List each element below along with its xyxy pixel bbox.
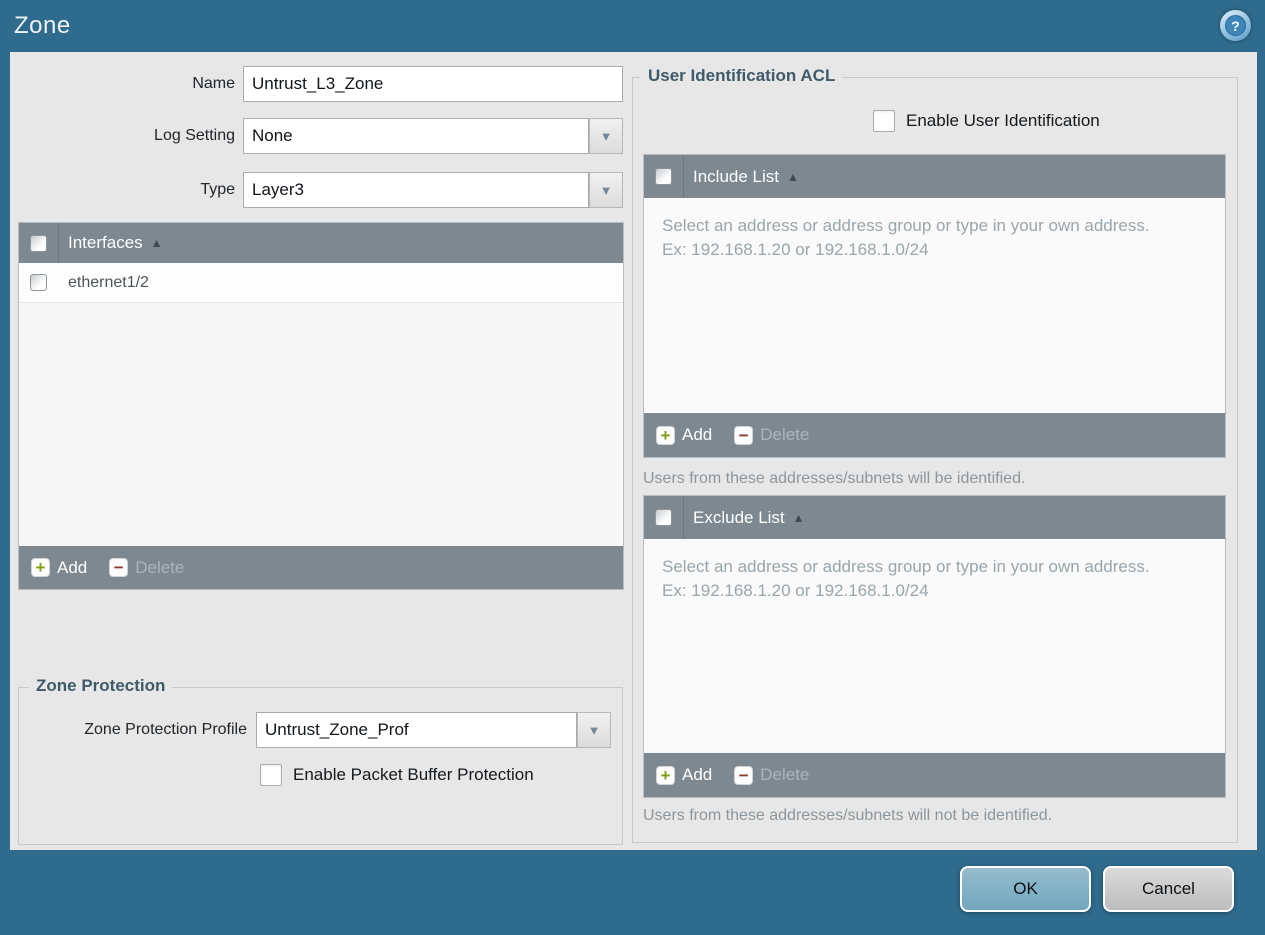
minus-icon: − [734, 425, 754, 445]
dialog-body: Name Log Setting ▼ Type ▼ Inter [10, 52, 1257, 850]
include-list-toolbar: + Add − Delete [644, 413, 1225, 457]
include-list-select-all-checkbox[interactable] [655, 168, 672, 185]
ok-button[interactable]: OK [960, 866, 1091, 912]
exclude-list-body[interactable]: Select an address or address group or ty… [644, 539, 1225, 753]
user-identification-acl-legend: User Identification ACL [641, 66, 843, 86]
type-input[interactable] [243, 172, 589, 208]
sort-asc-icon[interactable]: ▲ [151, 236, 163, 250]
question-mark-glyph: ? [1225, 15, 1246, 36]
cancel-button[interactable]: Cancel [1103, 866, 1234, 912]
interfaces-header-checkbox-cell [19, 223, 59, 263]
packet-buffer-protection-label: Enable Packet Buffer Protection [293, 765, 534, 784]
interfaces-empty-area [19, 303, 623, 546]
include-list-placeholder: Select an address or address group or ty… [662, 216, 1150, 259]
user-identification-acl-section: User Identification ACL Enable User Iden… [632, 66, 1238, 843]
zone-protection-section: Zone Protection Zone Protection Profile … [18, 676, 623, 845]
zone-protection-profile-label: Zone Protection Profile [84, 721, 247, 738]
include-list-body[interactable]: Select an address or address group or ty… [644, 198, 1225, 413]
name-row: Name [10, 66, 630, 102]
zone-protection-legend: Zone Protection [29, 676, 173, 696]
enable-user-identification-checkbox[interactable] [873, 110, 895, 132]
exclude-list-column-header[interactable]: Exclude List [693, 508, 785, 528]
interface-row-checkbox[interactable] [30, 274, 47, 291]
type-row: Type ▼ [10, 172, 630, 208]
interfaces-toolbar: + Add − Delete [19, 546, 623, 589]
interface-row[interactable]: ethernet1/2 [19, 263, 623, 303]
plus-icon: + [31, 558, 50, 577]
exclude-list-toolbar: + Add − Delete [644, 753, 1225, 797]
interfaces-select-all-checkbox[interactable] [30, 234, 47, 252]
name-input[interactable] [243, 66, 623, 102]
log-setting-input[interactable] [243, 118, 589, 154]
include-list-delete-button[interactable]: − Delete [734, 425, 809, 445]
log-setting-label: Log Setting [154, 127, 235, 144]
include-list-add-button[interactable]: + Add [656, 425, 712, 445]
exclude-list-caption: Users from these addresses/subnets will … [643, 807, 1053, 824]
minus-icon: − [734, 765, 754, 785]
minus-icon: − [109, 558, 129, 577]
zone-protection-profile-input[interactable] [256, 712, 577, 748]
type-label: Type [200, 181, 235, 198]
exclude-list-checkbox-cell [644, 496, 684, 539]
enable-user-identification-label: Enable User Identification [906, 111, 1100, 130]
name-label: Name [192, 75, 235, 92]
packet-buffer-protection-checkbox[interactable] [260, 764, 282, 786]
plus-icon: + [656, 765, 675, 785]
include-list-checkbox-cell [644, 155, 684, 198]
exclude-list-table: Exclude List ▲ Select an address or addr… [643, 495, 1226, 798]
include-list-column-header[interactable]: Include List [693, 167, 779, 187]
chevron-down-icon: ▼ [587, 722, 601, 738]
chevron-down-icon: ▼ [599, 182, 613, 198]
sort-asc-icon[interactable]: ▲ [793, 511, 805, 525]
help-icon[interactable]: ? [1220, 10, 1251, 41]
interfaces-column-header[interactable]: Interfaces [68, 233, 143, 253]
include-list-caption: Users from these addresses/subnets will … [643, 470, 1026, 487]
interfaces-table: Interfaces ▲ ethernet1/2 + Add − Delete [18, 222, 624, 590]
exclude-list-placeholder: Select an address or address group or ty… [662, 557, 1150, 600]
zone-protection-profile-dropdown-button[interactable]: ▼ [577, 712, 611, 748]
exclude-list-delete-button[interactable]: − Delete [734, 765, 809, 785]
dialog-title: Zone [14, 12, 71, 39]
interfaces-table-header: Interfaces ▲ [19, 223, 623, 263]
log-setting-dropdown-button[interactable]: ▼ [589, 118, 623, 154]
include-list-header: Include List ▲ [644, 155, 1225, 198]
exclude-list-select-all-checkbox[interactable] [655, 509, 672, 526]
zone-dialog: Zone ? Name Log Setting ▼ Type ▼ [0, 0, 1265, 935]
log-setting-row: Log Setting ▼ [10, 118, 630, 154]
plus-icon: + [656, 425, 675, 445]
chevron-down-icon: ▼ [599, 128, 613, 144]
zone-protection-profile-row: Zone Protection Profile ▼ [19, 712, 619, 748]
enable-user-identification-row: Enable User Identification [873, 110, 1100, 132]
include-list-table: Include List ▲ Select an address or addr… [643, 154, 1226, 458]
interfaces-delete-button[interactable]: − Delete [109, 558, 184, 578]
interfaces-add-button[interactable]: + Add [31, 558, 87, 578]
interface-name: ethernet1/2 [68, 273, 149, 291]
packet-buffer-protection-row: Enable Packet Buffer Protection [260, 764, 534, 786]
type-dropdown-button[interactable]: ▼ [589, 172, 623, 208]
exclude-list-add-button[interactable]: + Add [656, 765, 712, 785]
exclude-list-header: Exclude List ▲ [644, 496, 1225, 539]
dialog-titlebar: Zone ? [0, 0, 1265, 52]
sort-asc-icon[interactable]: ▲ [787, 170, 799, 184]
